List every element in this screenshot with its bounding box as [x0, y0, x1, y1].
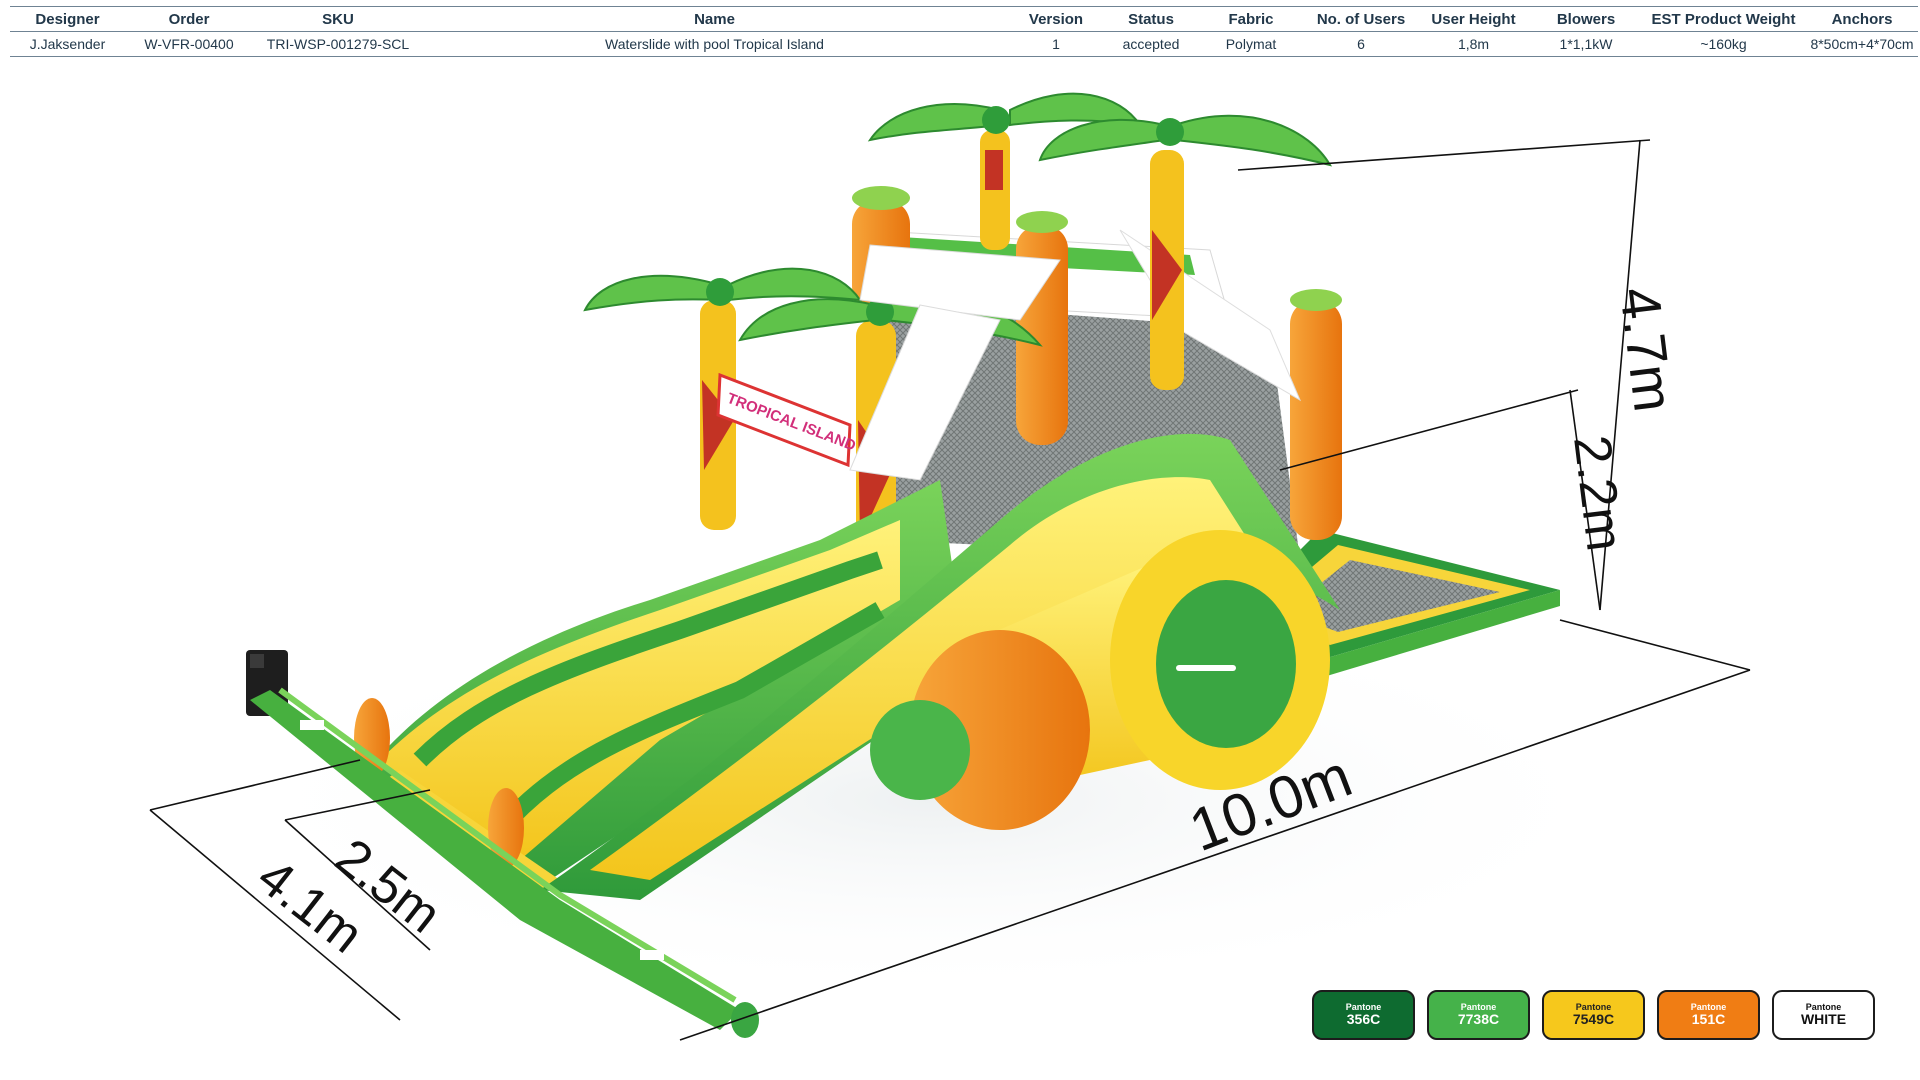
header-status: Status — [1106, 6, 1196, 32]
header-users: No. of Users — [1306, 6, 1416, 32]
spec-table: Designer Order SKU Name Version Status F… — [10, 6, 1918, 57]
header-designer: Designer — [10, 6, 125, 32]
spec-header-row: Designer Order SKU Name Version Status F… — [10, 6, 1918, 32]
header-sku: SKU — [253, 6, 423, 32]
header-weight: EST Product Weight — [1641, 6, 1806, 32]
pantone-swatches: Pantone 356C Pantone 7738C Pantone 7549C… — [1312, 990, 1882, 1042]
spec-data-row: J.Jaksender W-VFR-00400 TRI-WSP-001279-S… — [10, 31, 1918, 57]
swatch-code: 151C — [1691, 1011, 1726, 1028]
header-name: Name — [423, 6, 1006, 32]
swatch-7738c: Pantone 7738C — [1427, 990, 1530, 1040]
swatch-356c: Pantone 356C — [1312, 990, 1415, 1040]
tropical-island-sign: TROPICAL ISLAND — [716, 372, 858, 468]
swatch-7549c: Pantone 7549C — [1542, 990, 1645, 1040]
cell-name: Waterslide with pool Tropical Island — [423, 31, 1006, 57]
cell-designer: J.Jaksender — [10, 31, 125, 57]
cell-weight: ~160kg — [1641, 31, 1806, 57]
cell-version: 1 — [1006, 31, 1106, 57]
header-version: Version — [1006, 6, 1106, 32]
header-anchors: Anchors — [1806, 6, 1918, 32]
cell-blowers: 1*1,1kW — [1531, 31, 1641, 57]
product-render: TROPICAL ISLAND 4.7m 2.2m 10.0m 2.5m 4.1… — [0, 56, 1920, 1080]
cell-order: W-VFR-00400 — [125, 31, 253, 57]
swatch-151c: Pantone 151C — [1657, 990, 1760, 1040]
header-fabric: Fabric — [1196, 6, 1306, 32]
dim-height-total: 4.7m — [1608, 284, 1686, 415]
header-order: Order — [125, 6, 253, 32]
cell-sku: TRI-WSP-001279-SCL — [253, 31, 423, 57]
dim-height-platform: 2.2m — [1562, 432, 1634, 554]
cell-status: accepted — [1106, 31, 1196, 57]
swatch-code: 356C — [1346, 1011, 1381, 1028]
cell-users: 6 — [1306, 31, 1416, 57]
cell-anchors: 8*50cm+4*70cm — [1806, 31, 1918, 57]
swatch-code: 7738C — [1457, 1011, 1500, 1028]
swatch-white: Pantone WHITE — [1772, 990, 1875, 1040]
swatch-code: 7549C — [1572, 1011, 1615, 1028]
header-blowers: Blowers — [1531, 6, 1641, 32]
swatch-code: WHITE — [1800, 1011, 1847, 1028]
cell-user-height: 1,8m — [1416, 31, 1531, 57]
cell-fabric: Polymat — [1196, 31, 1306, 57]
header-user-height: User Height — [1416, 6, 1531, 32]
